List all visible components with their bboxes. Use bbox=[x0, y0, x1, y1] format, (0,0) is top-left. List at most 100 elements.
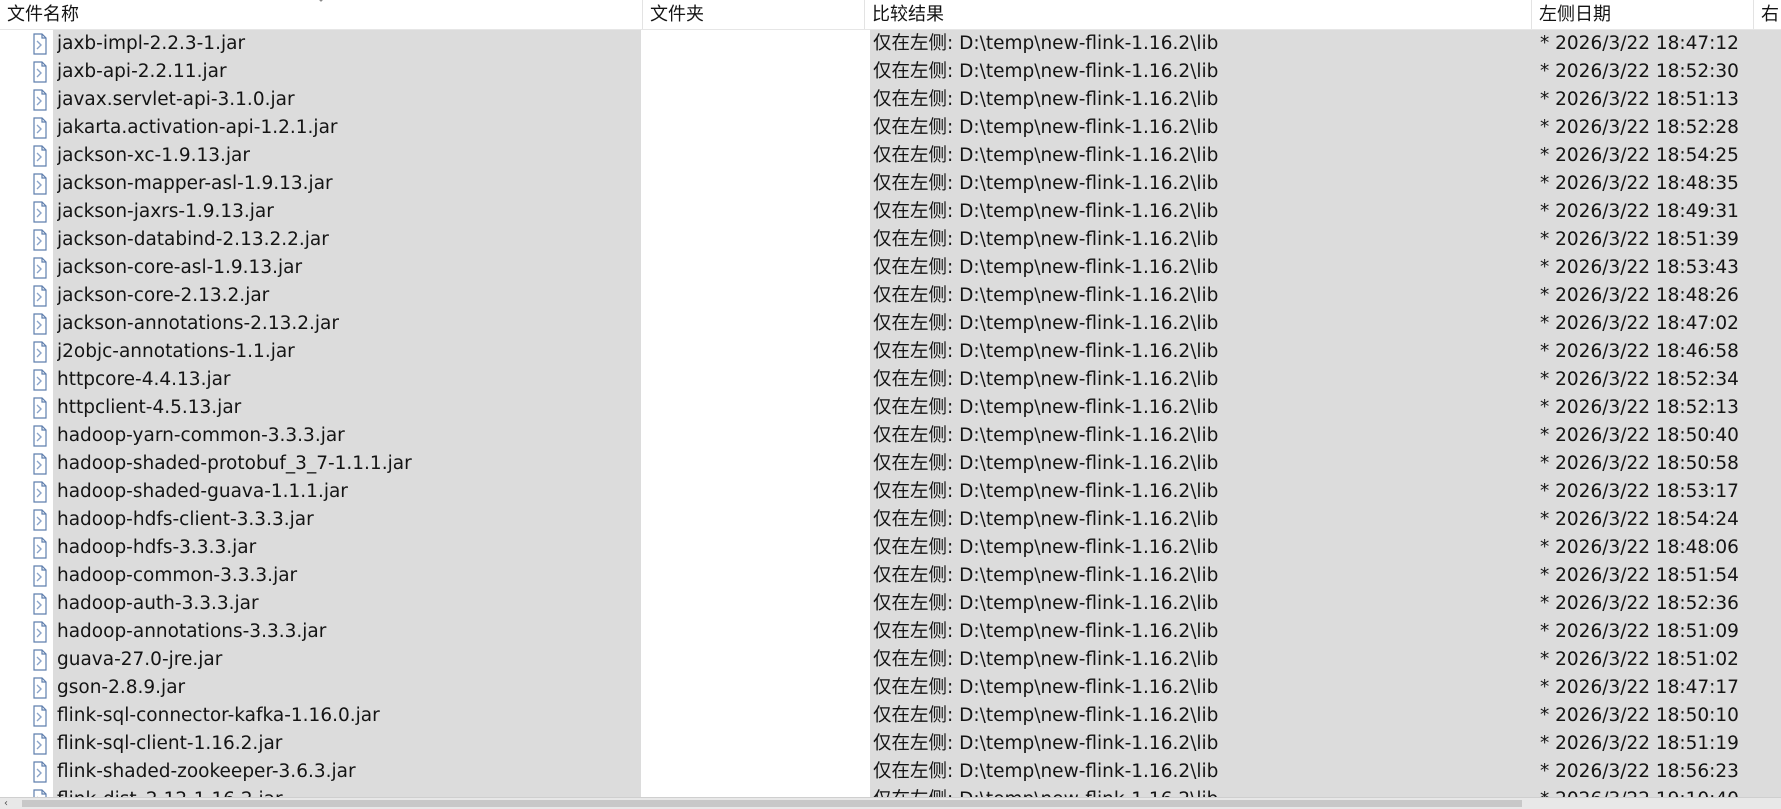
table-row[interactable]: hadoop-auth-3.3.3.jar 仅在左侧: D:\temp\new-f… bbox=[0, 590, 1781, 618]
left-date-cell: * 2026/3/22 18:53:17 bbox=[1540, 481, 1739, 502]
left-date-cell: * 2026/3/22 18:53:43 bbox=[1540, 257, 1739, 278]
file-icon bbox=[33, 229, 47, 251]
horizontal-scrollbar[interactable]: ‹ bbox=[0, 797, 1781, 809]
file-name-cell: jackson-mapper-asl-1.9.13.jar bbox=[57, 173, 333, 194]
left-date-cell: * 2026/3/22 18:50:40 bbox=[1540, 425, 1739, 446]
file-icon bbox=[33, 397, 47, 419]
table-row[interactable]: flink-shaded-zookeeper-3.6.3.jar 仅在左侧: D:… bbox=[0, 758, 1781, 786]
file-name-cell: hadoop-hdfs-client-3.3.3.jar bbox=[57, 509, 314, 530]
file-compare-list: jaxb-impl-2.2.3-1.jar 仅在左侧: D:\temp\new-f… bbox=[0, 30, 1781, 797]
file-icon bbox=[33, 481, 47, 503]
column-header-folder[interactable]: 文件夹 bbox=[643, 0, 865, 29]
table-row[interactable]: httpcore-4.4.13.jar 仅在左侧: D:\temp\new-fli… bbox=[0, 366, 1781, 394]
compare-result-cell: 仅在左侧: D:\temp\new-flink-1.16.2\lib bbox=[873, 565, 1219, 586]
file-name-cell: flink-sql-client-1.16.2.jar bbox=[57, 733, 283, 754]
compare-result-cell: 仅在左侧: D:\temp\new-flink-1.16.2\lib bbox=[873, 173, 1219, 194]
compare-result-cell: 仅在左侧: D:\temp\new-flink-1.16.2\lib bbox=[873, 257, 1219, 278]
table-row[interactable]: flink-sql-connector-kafka-1.16.0.jar 仅在左侧… bbox=[0, 702, 1781, 730]
file-icon bbox=[33, 33, 47, 55]
table-row[interactable]: jackson-annotations-2.13.2.jar 仅在左侧: D:\t… bbox=[0, 310, 1781, 338]
left-date-cell: * 2026/3/22 18:52:30 bbox=[1540, 61, 1739, 82]
file-name-cell: jakarta.activation-api-1.2.1.jar bbox=[57, 117, 338, 138]
table-row[interactable]: jackson-core-2.13.2.jar 仅在左侧: D:\temp\new… bbox=[0, 282, 1781, 310]
file-name-cell: httpcore-4.4.13.jar bbox=[57, 369, 231, 390]
file-icon bbox=[33, 733, 47, 755]
table-row[interactable]: flink-dist_2.12-1.16.2.jar 仅在左侧: D:\temp\… bbox=[0, 786, 1781, 797]
file-name-cell: hadoop-yarn-common-3.3.3.jar bbox=[57, 425, 345, 446]
left-date-cell: * 2026/3/22 18:49:31 bbox=[1540, 201, 1739, 222]
file-icon bbox=[33, 117, 47, 139]
column-header-folder-label: 文件夹 bbox=[650, 4, 704, 25]
file-name-cell: httpclient-4.5.13.jar bbox=[57, 397, 242, 418]
compare-result-cell: 仅在左侧: D:\temp\new-flink-1.16.2\lib bbox=[873, 481, 1219, 502]
left-date-cell: * 2026/3/22 18:51:19 bbox=[1540, 733, 1739, 754]
file-icon bbox=[33, 705, 47, 727]
compare-result-cell: 仅在左侧: D:\temp\new-flink-1.16.2\lib bbox=[873, 677, 1219, 698]
file-name-cell: jackson-jaxrs-1.9.13.jar bbox=[57, 201, 274, 222]
compare-result-cell: 仅在左侧: D:\temp\new-flink-1.16.2\lib bbox=[873, 733, 1219, 754]
compare-result-cell: 仅在左侧: D:\temp\new-flink-1.16.2\lib bbox=[873, 705, 1219, 726]
compare-result-cell: 仅在左侧: D:\temp\new-flink-1.16.2\lib bbox=[873, 201, 1219, 222]
column-header-name-label: 文件名称 bbox=[7, 4, 79, 25]
table-row[interactable]: hadoop-common-3.3.3.jar 仅在左侧: D:\temp\new… bbox=[0, 562, 1781, 590]
table-row[interactable]: jackson-jaxrs-1.9.13.jar 仅在左侧: D:\temp\ne… bbox=[0, 198, 1781, 226]
column-header-right[interactable]: 右 bbox=[1754, 0, 1781, 29]
table-row[interactable]: httpclient-4.5.13.jar 仅在左侧: D:\temp\new-f… bbox=[0, 394, 1781, 422]
table-row[interactable]: jackson-core-asl-1.9.13.jar 仅在左侧: D:\temp… bbox=[0, 254, 1781, 282]
file-icon bbox=[33, 173, 47, 195]
sort-descending-icon bbox=[319, 0, 323, 2]
left-date-cell: * 2026/3/22 18:56:23 bbox=[1540, 761, 1739, 782]
file-name-cell: hadoop-shaded-guava-1.1.1.jar bbox=[57, 481, 348, 502]
file-name-cell: hadoop-auth-3.3.3.jar bbox=[57, 593, 259, 614]
compare-result-cell: 仅在左侧: D:\temp\new-flink-1.16.2\lib bbox=[873, 89, 1219, 110]
left-date-cell: * 2026/3/22 18:54:24 bbox=[1540, 509, 1739, 530]
table-row[interactable]: hadoop-yarn-common-3.3.3.jar 仅在左侧: D:\tem… bbox=[0, 422, 1781, 450]
table-row[interactable]: jackson-mapper-asl-1.9.13.jar 仅在左侧: D:\te… bbox=[0, 170, 1781, 198]
scrollbar-thumb[interactable] bbox=[22, 800, 1522, 807]
table-row[interactable]: hadoop-shaded-protobuf_3_7-1.1.1.jar 仅在左侧… bbox=[0, 450, 1781, 478]
left-date-cell: * 2026/3/22 18:48:26 bbox=[1540, 285, 1739, 306]
table-row[interactable]: hadoop-shaded-guava-1.1.1.jar 仅在左侧: D:\te… bbox=[0, 478, 1781, 506]
table-row[interactable]: jaxb-api-2.2.11.jar 仅在左侧: D:\temp\new-fli… bbox=[0, 58, 1781, 86]
file-icon bbox=[33, 89, 47, 111]
column-header-left-date[interactable]: 左侧日期 bbox=[1532, 0, 1754, 29]
file-icon bbox=[33, 509, 47, 531]
file-name-cell: javax.servlet-api-3.1.0.jar bbox=[57, 89, 295, 110]
file-name-cell: guava-27.0-jre.jar bbox=[57, 649, 223, 670]
left-date-cell: * 2026/3/22 18:51:02 bbox=[1540, 649, 1739, 670]
compare-result-cell: 仅在左侧: D:\temp\new-flink-1.16.2\lib bbox=[873, 285, 1219, 306]
file-icon bbox=[33, 593, 47, 615]
compare-result-cell: 仅在左侧: D:\temp\new-flink-1.16.2\lib bbox=[873, 509, 1219, 530]
left-date-cell: * 2026/3/22 18:51:09 bbox=[1540, 621, 1739, 642]
left-date-cell: * 2026/3/22 18:47:17 bbox=[1540, 677, 1739, 698]
file-name-cell: jackson-annotations-2.13.2.jar bbox=[57, 313, 339, 334]
table-row[interactable]: hadoop-annotations-3.3.3.jar 仅在左侧: D:\tem… bbox=[0, 618, 1781, 646]
column-header-name[interactable]: 文件名称 bbox=[0, 0, 643, 29]
left-date-cell: * 2026/3/22 18:46:58 bbox=[1540, 341, 1739, 362]
left-date-cell: * 2026/3/22 18:50:58 bbox=[1540, 453, 1739, 474]
table-row[interactable]: flink-sql-client-1.16.2.jar 仅在左侧: D:\temp… bbox=[0, 730, 1781, 758]
left-date-cell: * 2026/3/22 18:51:54 bbox=[1540, 565, 1739, 586]
table-row[interactable]: javax.servlet-api-3.1.0.jar 仅在左侧: D:\temp… bbox=[0, 86, 1781, 114]
column-header-compare-label: 比较结果 bbox=[872, 4, 944, 25]
file-name-cell: jackson-databind-2.13.2.2.jar bbox=[57, 229, 329, 250]
compare-result-cell: 仅在左侧: D:\temp\new-flink-1.16.2\lib bbox=[873, 397, 1219, 418]
table-row[interactable]: jackson-databind-2.13.2.2.jar 仅在左侧: D:\te… bbox=[0, 226, 1781, 254]
file-name-cell: flink-dist_2.12-1.16.2.jar bbox=[57, 786, 637, 797]
column-header-compare[interactable]: 比较结果 bbox=[865, 0, 1532, 29]
table-row[interactable]: jackson-xc-1.9.13.jar 仅在左侧: D:\temp\new-f… bbox=[0, 142, 1781, 170]
table-row[interactable]: gson-2.8.9.jar 仅在左侧: D:\temp\new-flink-1.… bbox=[0, 674, 1781, 702]
table-row[interactable]: guava-27.0-jre.jar 仅在左侧: D:\temp\new-flin… bbox=[0, 646, 1781, 674]
file-name-cell: jaxb-impl-2.2.3-1.jar bbox=[57, 33, 246, 54]
table-row[interactable]: j2objc-annotations-1.1.jar 仅在左侧: D:\temp\… bbox=[0, 338, 1781, 366]
compare-result-cell: 仅在左侧: D:\temp\new-flink-1.16.2\lib bbox=[873, 61, 1219, 82]
file-icon bbox=[33, 425, 47, 447]
left-date-cell: * 2026/3/22 18:51:13 bbox=[1540, 89, 1739, 110]
file-name-cell: jaxb-api-2.2.11.jar bbox=[57, 61, 227, 82]
table-row[interactable]: hadoop-hdfs-client-3.3.3.jar 仅在左侧: D:\tem… bbox=[0, 506, 1781, 534]
left-date-cell: * 2026/3/22 18:47:02 bbox=[1540, 313, 1739, 334]
table-row[interactable]: jakarta.activation-api-1.2.1.jar 仅在左侧: D:… bbox=[0, 114, 1781, 142]
left-date-cell: * 2026/3/22 18:52:36 bbox=[1540, 593, 1739, 614]
table-row[interactable]: hadoop-hdfs-3.3.3.jar 仅在左侧: D:\temp\new-f… bbox=[0, 534, 1781, 562]
table-row[interactable]: jaxb-impl-2.2.3-1.jar 仅在左侧: D:\temp\new-f… bbox=[0, 30, 1781, 58]
